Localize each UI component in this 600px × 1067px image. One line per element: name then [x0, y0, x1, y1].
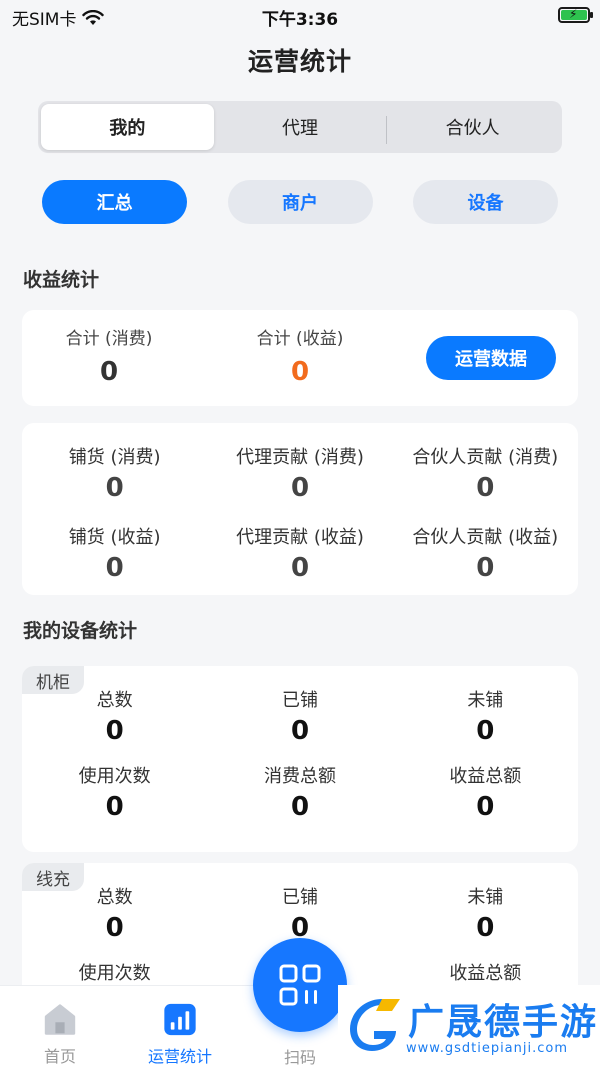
- tab-scan-label: 扫码: [283, 1048, 316, 1067]
- breakdown-cell: 合伙人贡献 (消费) 0: [412, 447, 559, 503]
- tab-stats[interactable]: 运营统计: [120, 986, 240, 1067]
- device-stat-cell: 使用次数 0: [78, 766, 151, 822]
- cabinet-row-1: 总数 0 已铺 0 未铺 0: [22, 686, 578, 746]
- breakdown-cell: 合伙人贡献 (收益) 0: [412, 527, 559, 583]
- segment-agent[interactable]: 代理: [214, 104, 387, 150]
- device-stat-cell: 未铺 0: [467, 887, 504, 943]
- scan-icon: [279, 964, 321, 1006]
- device-stat-cell: 总数 0: [96, 887, 133, 943]
- status-bar: 无SIM卡 下午3:36 ⚡: [0, 0, 600, 32]
- cabinet-stats-card: 机柜 总数 0 已铺 0 未铺 0 使用次数 0 消费总额 0 收益总额 0: [22, 666, 578, 852]
- watermark-url: www.gsdtiepianji.com: [406, 1041, 569, 1056]
- device-stat-cell: 已铺 0: [281, 690, 318, 746]
- device-stat-cell: 未铺 0: [467, 690, 504, 746]
- cabinet-row-2: 使用次数 0 消费总额 0 收益总额 0: [22, 762, 578, 822]
- breakdown-row-income: 铺货 (收益) 0 代理贡献 (收益) 0 合伙人贡献 (收益) 0: [22, 523, 578, 583]
- scan-button[interactable]: [253, 938, 347, 1032]
- total-income-value: 0: [290, 357, 310, 387]
- breakdown-cell: 铺货 (收益) 0: [68, 527, 161, 583]
- battery-icon: ⚡: [558, 7, 593, 23]
- status-time: 下午3:36: [261, 10, 339, 30]
- total-income: 合计 (收益) 0: [210, 324, 390, 387]
- revenue-breakdown-card: 铺货 (消费) 0 代理贡献 (消费) 0 合伙人贡献 (消费) 0 铺货 (收…: [22, 423, 578, 595]
- watermark-logo-icon: [350, 999, 400, 1051]
- bar-chart-icon: [164, 1003, 196, 1036]
- device-stat-cell: 已铺 0: [281, 887, 318, 943]
- home-icon: [44, 1004, 76, 1035]
- device-stat-cell: 总数 0: [96, 690, 133, 746]
- pill-merchant[interactable]: 商户: [227, 180, 373, 224]
- scope-segmented-control: 我的 代理 合伙人: [38, 101, 562, 153]
- cable-row-1: 总数 0 已铺 0 未铺 0: [22, 883, 578, 943]
- pill-summary[interactable]: 汇总: [42, 180, 187, 224]
- segment-mine[interactable]: 我的: [41, 104, 214, 150]
- breakdown-cell: 代理贡献 (消费) 0: [236, 447, 364, 503]
- breakdown-cell: 代理贡献 (收益) 0: [236, 527, 364, 583]
- pill-device[interactable]: 设备: [413, 180, 558, 224]
- segment-partner[interactable]: 合伙人: [386, 104, 559, 150]
- device-stat-cell: 使用次数: [78, 963, 151, 984]
- breakdown-cell: 铺货 (消费) 0: [68, 447, 161, 503]
- total-consume-label: 合计 (消费): [65, 329, 153, 349]
- tab-stats-label: 运营统计: [147, 1047, 212, 1066]
- watermark-text: 广晟德手游: [408, 1002, 599, 1043]
- category-pills: 汇总 商户 设备: [42, 180, 558, 224]
- watermark: 广晟德手游 www.gsdtiepianji.com: [338, 985, 600, 1067]
- device-stat-cell: 收益总额 0: [449, 766, 522, 822]
- breakdown-row-consume: 铺货 (消费) 0 代理贡献 (消费) 0 合伙人贡献 (消费) 0: [22, 443, 578, 503]
- total-consume-value: 0: [99, 357, 119, 387]
- ops-data-button[interactable]: 运营数据: [426, 336, 556, 380]
- tab-home-label: 首页: [43, 1047, 76, 1066]
- page-title: 运营统计: [247, 47, 352, 76]
- device-section-title: 我的设备统计: [23, 620, 138, 642]
- device-stat-cell: 收益总额: [449, 963, 522, 984]
- revenue-section-title: 收益统计: [23, 269, 100, 291]
- revenue-total-card: 合计 (消费) 0 合计 (收益) 0 运营数据: [22, 310, 578, 406]
- total-income-label: 合计 (收益): [256, 329, 344, 349]
- tab-home[interactable]: 首页: [0, 986, 120, 1067]
- total-consume: 合计 (消费) 0: [19, 324, 199, 387]
- device-stat-cell: 消费总额 0: [263, 766, 336, 822]
